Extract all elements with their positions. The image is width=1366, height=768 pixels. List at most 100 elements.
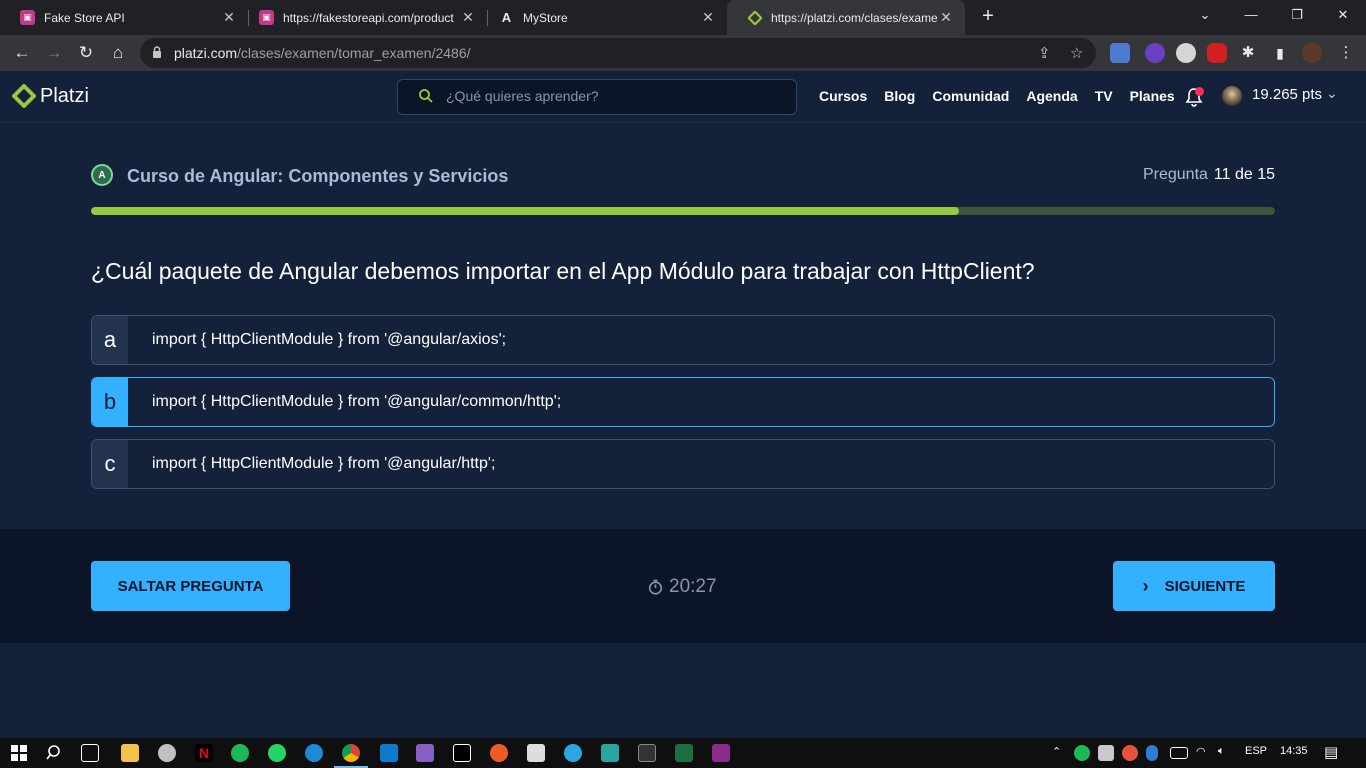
address-bar[interactable]: platzi.com/clases/examen/tomar_examen/24… <box>140 38 1096 68</box>
forward-arrow-icon[interactable]: → <box>42 41 66 65</box>
notification-center-icon[interactable]: ▤ <box>1324 743 1338 761</box>
exam-progress-fill <box>91 207 959 215</box>
bookmark-star-icon[interactable]: ☆ <box>1070 44 1083 62</box>
close-window-icon[interactable]: ✕ <box>1320 0 1366 30</box>
chevron-right-icon: › <box>1142 575 1149 596</box>
tray-chevron-up-icon[interactable]: ⌃ <box>1052 745 1061 758</box>
app-icon[interactable] <box>527 744 545 762</box>
skip-question-button[interactable]: SALTAR PREGUNTA <box>91 561 290 611</box>
building-app-icon[interactable] <box>601 744 619 762</box>
answer-option-a[interactable]: a import { HttpClientModule } from '@ang… <box>91 315 1275 365</box>
intellij-icon[interactable] <box>453 744 471 762</box>
angular-favicon-icon: A <box>501 10 512 25</box>
close-tab-icon[interactable]: ✕ <box>459 9 477 26</box>
course-badge-icon: A <box>91 164 113 186</box>
taskbar-search-icon[interactable] <box>46 744 64 762</box>
notification-dot <box>1195 87 1204 96</box>
exam-timer: 20:27 <box>648 576 717 598</box>
browser-toolbar: ← → ↻ ⌂ platzi.com/clases/examen/tomar_e… <box>0 35 1366 100</box>
wifi-icon[interactable]: ◠ <box>1196 745 1206 758</box>
close-tab-icon[interactable]: ✕ <box>937 9 955 26</box>
share-icon[interactable]: ⇪ <box>1038 44 1051 62</box>
chevron-down-icon[interactable]: ⌄ <box>1326 85 1338 102</box>
winrar-icon[interactable] <box>712 744 730 762</box>
excel-icon[interactable] <box>675 744 693 762</box>
nav-agenda[interactable]: Agenda <box>1026 88 1077 104</box>
visual-studio-icon[interactable] <box>416 744 434 762</box>
windows-start-icon[interactable] <box>10 744 28 762</box>
side-panel-icon[interactable]: ▮ <box>1268 41 1292 65</box>
volume-icon[interactable]: 🔈︎ <box>1218 745 1225 758</box>
tray-app-icon[interactable] <box>1122 745 1138 761</box>
tray-spotify-icon[interactable] <box>1074 745 1090 761</box>
back-arrow-icon[interactable]: ← <box>10 41 34 65</box>
task-view-icon[interactable] <box>81 744 99 762</box>
system-clock[interactable]: 14:35 <box>1280 745 1308 757</box>
address-url: platzi.com/clases/examen/tomar_examen/24… <box>174 45 471 61</box>
page-background <box>0 643 1366 738</box>
input-language[interactable]: ESP <box>1245 745 1267 757</box>
tab-search-chevron-icon[interactable]: ⌄ <box>1182 0 1228 30</box>
new-tab-icon[interactable]: + <box>977 5 999 29</box>
search-icon <box>419 89 433 103</box>
next-question-button[interactable]: › SIGUIENTE <box>1113 561 1275 611</box>
chrome-icon[interactable] <box>342 744 360 762</box>
reload-icon[interactable]: ↻ <box>74 41 98 65</box>
telegram-icon[interactable] <box>564 744 582 762</box>
spotify-icon[interactable] <box>231 744 249 762</box>
nav-cursos[interactable]: Cursos <box>819 88 867 104</box>
bluetooth-icon[interactable] <box>1146 745 1158 761</box>
extensions-puzzle-icon[interactable]: ✱ <box>1236 41 1260 65</box>
site-header: Platzi Cursos Blog Comunidad Agenda TV P… <box>0 71 1366 123</box>
tab-fakestore-products[interactable]: ▣ https://fakestoreapi.com/product ✕ <box>239 0 487 35</box>
exam-progress-bar <box>91 207 1275 215</box>
file-explorer-icon[interactable] <box>121 744 139 762</box>
adblock-extension-icon[interactable] <box>1207 43 1227 63</box>
close-tab-icon[interactable]: ✕ <box>699 9 717 26</box>
nav-blog[interactable]: Blog <box>884 88 915 104</box>
app-icon[interactable] <box>158 744 176 762</box>
profile-avatar-icon[interactable] <box>1302 43 1322 63</box>
nav-tv[interactable]: TV <box>1095 88 1113 104</box>
translate-extension-icon[interactable] <box>1110 43 1130 63</box>
whatsapp-icon[interactable] <box>268 744 286 762</box>
minimize-icon[interactable]: — <box>1228 0 1274 30</box>
battery-icon[interactable] <box>1170 747 1188 759</box>
tab-platzi-exam[interactable]: https://platzi.com/clases/examen ✕ <box>727 0 965 35</box>
vscode-icon[interactable] <box>380 744 398 762</box>
windows-taskbar: N ⌃ ◠ 🔈︎ ESP 14:35 ▤ <box>0 738 1366 768</box>
search-input[interactable] <box>446 88 776 104</box>
tray-docker-icon[interactable] <box>1098 745 1114 761</box>
netflix-icon[interactable]: N <box>195 744 213 762</box>
answer-option-b[interactable]: b import { HttpClientModule } from '@ang… <box>91 377 1275 427</box>
user-avatar[interactable] <box>1222 86 1242 106</box>
postman-icon[interactable] <box>490 744 508 762</box>
platzi-logo[interactable]: Platzi <box>12 84 89 108</box>
edge-icon[interactable] <box>305 744 323 762</box>
answer-list: a import { HttpClientModule } from '@ang… <box>91 315 1275 501</box>
answer-letter: b <box>92 378 128 426</box>
extension-cookie-icon[interactable] <box>1176 43 1196 63</box>
answer-letter: c <box>92 440 128 488</box>
stopwatch-icon <box>648 579 663 595</box>
browser-tab-strip: ▣ Fake Store API ✕ ▣ https://fakestoreap… <box>0 0 1366 35</box>
extension-purple-icon[interactable] <box>1145 43 1165 63</box>
question-text: ¿Cuál paquete de Angular debemos importa… <box>91 258 1035 284</box>
chrome-menu-icon[interactable]: ⋮ <box>1334 41 1358 65</box>
search-box[interactable] <box>397 79 797 115</box>
answer-option-c[interactable]: c import { HttpClientModule } from '@ang… <box>91 439 1275 489</box>
close-tab-icon[interactable]: ✕ <box>220 9 238 26</box>
nav-planes[interactable]: Planes <box>1130 88 1175 104</box>
restore-icon[interactable]: ❐ <box>1274 0 1320 30</box>
tab-fake-store-api[interactable]: ▣ Fake Store API ✕ <box>0 0 248 35</box>
home-icon[interactable]: ⌂ <box>106 41 130 65</box>
platzi-logo-icon <box>12 84 36 108</box>
answer-letter: a <box>92 316 128 364</box>
exam-section: A Curso de Angular: Componentes y Servic… <box>0 124 1366 529</box>
fakestore-favicon-icon: ▣ <box>20 10 35 25</box>
user-points: 19.265 pts <box>1252 86 1323 103</box>
terminal-icon[interactable] <box>638 744 656 762</box>
answer-text: import { HttpClientModule } from '@angul… <box>152 331 507 348</box>
tab-mystore[interactable]: A MyStore ✕ <box>479 0 727 35</box>
nav-comunidad[interactable]: Comunidad <box>932 88 1009 104</box>
